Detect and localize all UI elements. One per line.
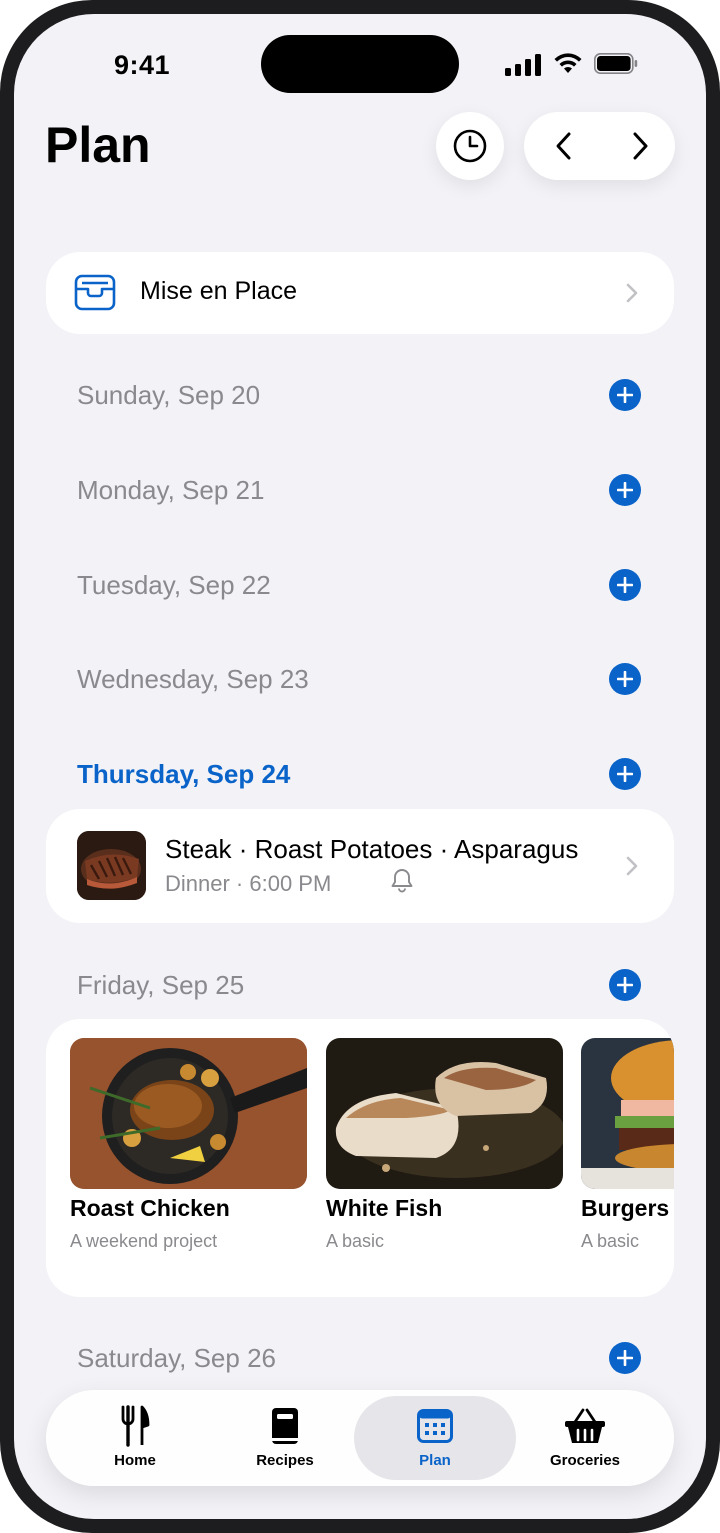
fork-knife-icon [121,1405,150,1447]
recipe-title: Burgers [581,1195,670,1221]
tab-home[interactable]: Home [60,1390,210,1486]
add-meal-button[interactable] [609,379,641,411]
battery-icon [594,53,638,74]
recipe-card[interactable]: White Fish A basic [326,1019,566,1297]
cellular-signal-icon [505,54,541,76]
chevron-right-icon [626,283,638,303]
day-label-today: Thursday, Sep 24 [77,759,291,789]
recipe-subtitle: A basic [326,1231,385,1251]
mise-en-place-label: Mise en Place [140,277,298,305]
week-navigation [524,112,675,180]
mise-en-place-row[interactable]: Mise en Place [46,252,674,334]
recipe-card[interactable]: Burgers A basic [581,1019,674,1297]
plus-icon [617,1350,633,1366]
tab-label: Home [114,1452,156,1469]
previous-week-button[interactable] [544,126,584,166]
add-meal-button[interactable] [609,1342,641,1374]
tab-label: Plan [419,1452,451,1469]
add-meal-button[interactable] [609,969,641,1001]
add-meal-button[interactable] [609,663,641,695]
plus-icon [617,977,633,993]
burger-image [581,1038,674,1189]
plus-icon [617,671,633,687]
add-meal-button[interactable] [609,474,641,506]
status-time: 9:41 [114,50,171,80]
dynamic-island [261,35,459,93]
tab-recipes[interactable]: Recipes [210,1390,360,1486]
tab-bar: Home Recipes Plan Groceries [46,1390,674,1486]
bell-icon[interactable] [390,867,414,893]
page-title: Plan [45,117,151,173]
day-label: Sunday, Sep 20 [77,380,261,410]
plus-icon [617,577,633,593]
day-label: Saturday, Sep 26 [77,1343,276,1373]
chevron-left-icon [556,132,571,160]
recipe-title: Roast Chicken [70,1195,230,1221]
chevron-right-icon [633,132,648,160]
steak-thumbnail [77,831,146,900]
recipe-suggestions: Roast Chicken A weekend project White Fi… [46,1019,674,1297]
plus-icon [617,482,633,498]
device-frame: 9:41 Plan Mise en Place Sunday, Sep 20 M… [0,0,720,1533]
recipe-card[interactable]: Roast Chicken A weekend project [70,1019,310,1297]
roast-chicken-image [70,1038,307,1189]
day-label: Friday, Sep 25 [77,970,245,1000]
meal-title: Steak · Roast Potatoes · Asparagus [165,834,579,864]
book-icon [272,1408,298,1444]
clock-icon [453,129,487,163]
screen: 9:41 Plan Mise en Place Sunday, Sep 20 M… [14,14,706,1519]
recipe-title: White Fish [326,1195,443,1221]
tab-groceries[interactable]: Groceries [510,1390,660,1486]
chevron-right-icon [626,856,638,876]
meal-subtitle: Dinner · 6:00 PM [165,871,332,896]
day-label: Tuesday, Sep 22 [77,570,271,600]
tab-label: Recipes [256,1452,314,1469]
recipe-subtitle: A weekend project [70,1231,218,1251]
day-label: Monday, Sep 21 [77,475,265,505]
day-label: Wednesday, Sep 23 [77,664,309,694]
tab-label: Groceries [549,1452,621,1469]
tray-icon [74,274,116,311]
tab-plan[interactable]: Plan [360,1390,510,1486]
meal-card[interactable]: Steak · Roast Potatoes · Asparagus Dinne… [46,809,674,923]
calendar-icon [417,1409,453,1443]
add-meal-button[interactable] [609,569,641,601]
next-week-button[interactable] [620,126,660,166]
basket-icon [565,1408,605,1443]
history-button[interactable] [436,112,504,180]
white-fish-image [326,1038,563,1189]
plus-icon [617,387,633,403]
wifi-icon [554,53,582,73]
add-meal-button[interactable] [609,758,641,790]
plus-icon [617,766,633,782]
recipe-subtitle: A basic [581,1231,640,1251]
